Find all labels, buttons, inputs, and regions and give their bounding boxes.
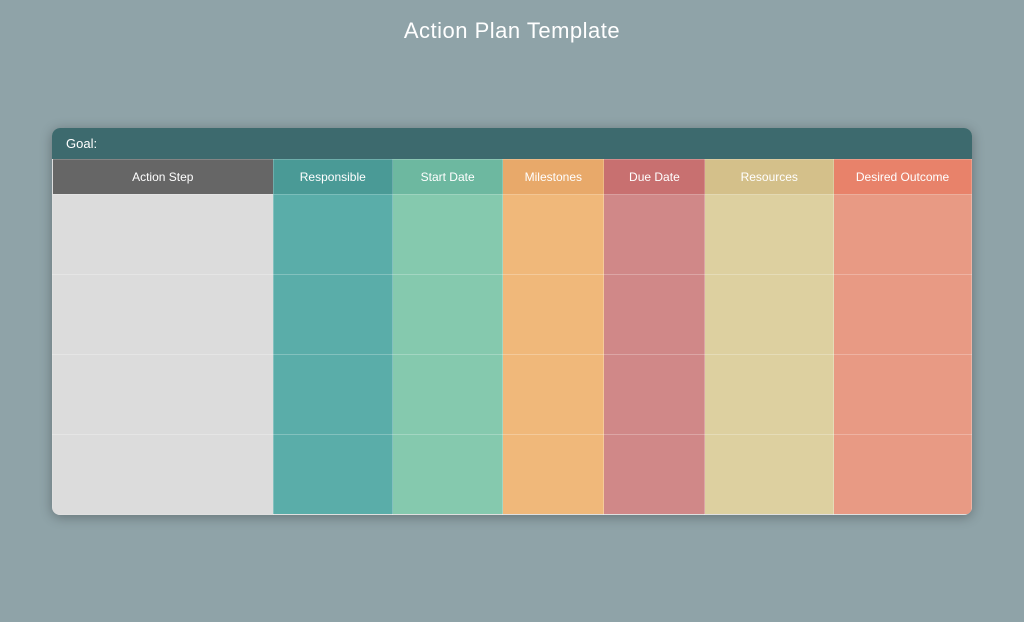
action-plan-table: Action Step Responsible Start Date Miles… xyxy=(52,159,972,515)
cell-due-date[interactable] xyxy=(604,274,705,354)
table-header-row: Action Step Responsible Start Date Miles… xyxy=(53,159,972,194)
cell-desired-outcome[interactable] xyxy=(834,434,972,514)
page-title: Action Plan Template xyxy=(404,18,620,44)
cell-milestones[interactable] xyxy=(503,354,604,434)
cell-resources[interactable] xyxy=(705,354,834,434)
cell-resources[interactable] xyxy=(705,434,834,514)
cell-milestones[interactable] xyxy=(503,434,604,514)
cell-due-date[interactable] xyxy=(604,354,705,434)
cell-action-step[interactable] xyxy=(53,274,274,354)
cell-start-date[interactable] xyxy=(393,274,503,354)
cell-desired-outcome[interactable] xyxy=(834,274,972,354)
table-body xyxy=(53,194,972,514)
table-row[interactable] xyxy=(53,354,972,434)
header-desired-outcome: Desired Outcome xyxy=(834,159,972,194)
cell-action-step[interactable] xyxy=(53,194,274,274)
cell-due-date[interactable] xyxy=(604,194,705,274)
cell-responsible[interactable] xyxy=(273,434,392,514)
cell-milestones[interactable] xyxy=(503,194,604,274)
header-due-date: Due Date xyxy=(604,159,705,194)
table-row[interactable] xyxy=(53,194,972,274)
cell-due-date[interactable] xyxy=(604,434,705,514)
cell-desired-outcome[interactable] xyxy=(834,354,972,434)
header-resources: Resources xyxy=(705,159,834,194)
cell-milestones[interactable] xyxy=(503,274,604,354)
cell-action-step[interactable] xyxy=(53,354,274,434)
goal-bar: Goal: xyxy=(52,128,972,159)
action-plan-card: Goal: Action Step Responsible Start Date… xyxy=(52,128,972,515)
header-action-step: Action Step xyxy=(53,159,274,194)
cell-action-step[interactable] xyxy=(53,434,274,514)
header-responsible: Responsible xyxy=(273,159,392,194)
cell-responsible[interactable] xyxy=(273,354,392,434)
table-row[interactable] xyxy=(53,274,972,354)
table-row[interactable] xyxy=(53,434,972,514)
cell-start-date[interactable] xyxy=(393,354,503,434)
cell-responsible[interactable] xyxy=(273,194,392,274)
header-start-date: Start Date xyxy=(393,159,503,194)
cell-start-date[interactable] xyxy=(393,194,503,274)
cell-responsible[interactable] xyxy=(273,274,392,354)
goal-label: Goal: xyxy=(66,136,97,151)
cell-resources[interactable] xyxy=(705,194,834,274)
cell-start-date[interactable] xyxy=(393,434,503,514)
cell-desired-outcome[interactable] xyxy=(834,194,972,274)
header-milestones: Milestones xyxy=(503,159,604,194)
cell-resources[interactable] xyxy=(705,274,834,354)
